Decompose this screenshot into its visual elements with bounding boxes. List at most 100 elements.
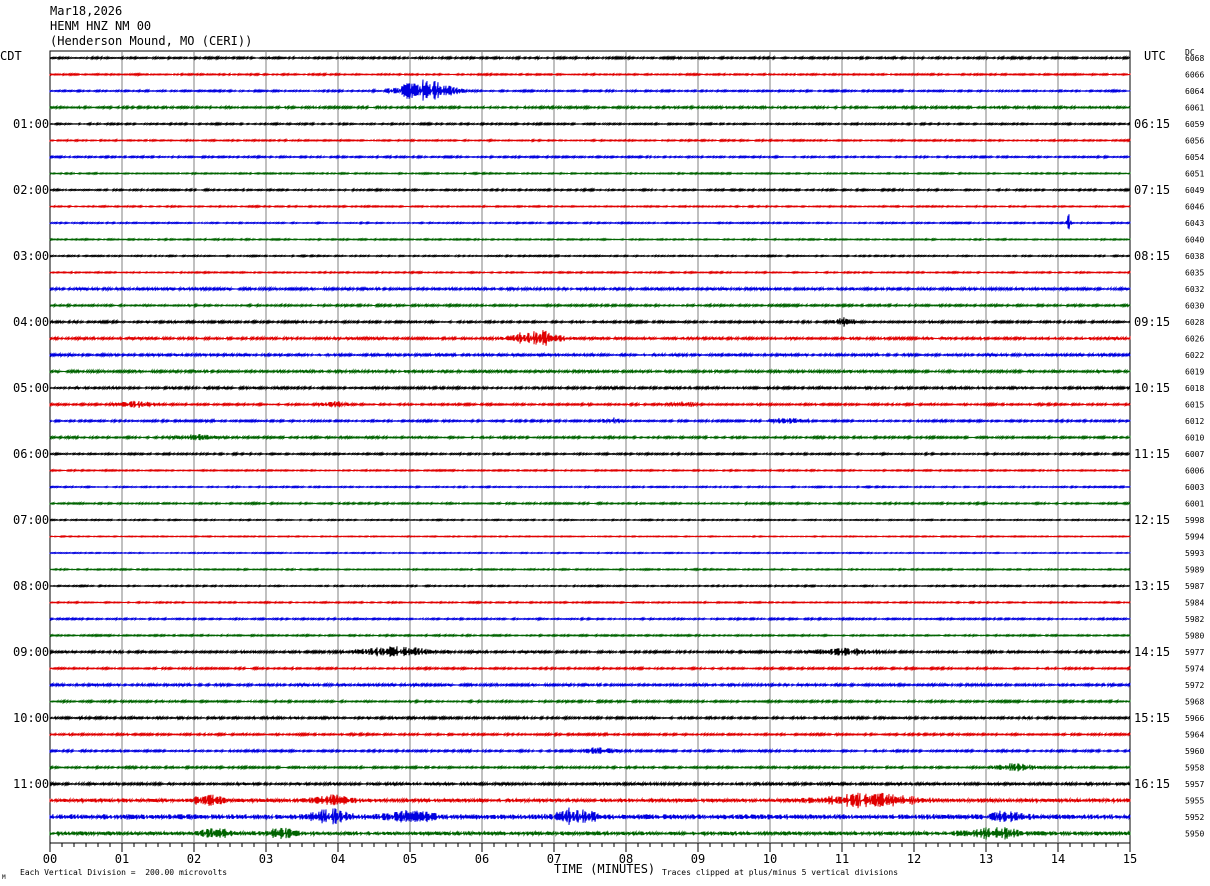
x-tick-label: 04 bbox=[331, 852, 345, 866]
trace-line bbox=[49, 285, 1131, 293]
trace-line bbox=[49, 400, 1131, 409]
traces bbox=[49, 54, 1131, 840]
dc-offset-label: 6001 bbox=[1185, 500, 1204, 509]
dc-offset-label: 6019 bbox=[1185, 368, 1204, 377]
cdt-hour-label: 04:00 bbox=[13, 315, 49, 329]
dc-offset-label: 5994 bbox=[1185, 533, 1204, 542]
dc-offset-label: 5974 bbox=[1185, 665, 1204, 674]
trace-line bbox=[49, 747, 1131, 755]
plot-frame bbox=[49, 50, 1131, 844]
trace-line bbox=[49, 451, 1131, 457]
clip-note: Traces clipped at plus/minus 5 vertical … bbox=[662, 868, 899, 877]
dc-offset-label: 6064 bbox=[1185, 87, 1204, 96]
trace-line bbox=[49, 237, 1131, 242]
dc-offset-label: 6028 bbox=[1185, 318, 1204, 327]
x-tick-label: 15 bbox=[1123, 852, 1137, 866]
trace-line bbox=[49, 583, 1131, 589]
x-tick-label: 02 bbox=[187, 852, 201, 866]
dc-offset-label: 6018 bbox=[1185, 384, 1204, 393]
x-tick-label: 10 bbox=[763, 852, 777, 866]
dc-offset-label: 5998 bbox=[1185, 516, 1204, 525]
trace-line bbox=[49, 204, 1131, 209]
dc-offset-label: 6010 bbox=[1185, 434, 1204, 443]
x-tick-label: 05 bbox=[403, 852, 417, 866]
dc-offset-label: 6038 bbox=[1185, 252, 1204, 261]
dc-offset-label: 6061 bbox=[1185, 104, 1204, 113]
dc-offset-label: 6054 bbox=[1185, 153, 1204, 162]
dc-offset-label: 6049 bbox=[1185, 186, 1204, 195]
trace-line bbox=[49, 187, 1131, 193]
utc-hour-label: 08:15 bbox=[1134, 249, 1170, 263]
dc-offset-label: 5958 bbox=[1185, 764, 1204, 773]
trace-line bbox=[49, 500, 1131, 507]
dc-offset-label: 5982 bbox=[1185, 615, 1204, 624]
cdt-hour-label: 07:00 bbox=[13, 513, 49, 527]
utc-hour-label: 06:15 bbox=[1134, 117, 1170, 131]
trace-line bbox=[49, 484, 1131, 490]
trace-line bbox=[49, 104, 1131, 111]
x-axis-label: TIME (MINUTES) bbox=[554, 862, 656, 876]
trace-line bbox=[49, 54, 1131, 61]
cdt-hour-label: 10:00 bbox=[13, 711, 49, 725]
dc-offset-label: 6040 bbox=[1185, 236, 1204, 245]
dc-offset-label: 6032 bbox=[1185, 285, 1204, 294]
dc-offset-label: 6007 bbox=[1185, 450, 1204, 459]
trace-line bbox=[49, 646, 1131, 657]
trace-line bbox=[49, 534, 1131, 539]
trace-line bbox=[49, 731, 1131, 738]
trace-line bbox=[49, 681, 1131, 689]
dc-offset-label: 6006 bbox=[1185, 467, 1204, 476]
utc-hour-label: 15:15 bbox=[1134, 711, 1170, 725]
dc-offset-label: 6022 bbox=[1185, 351, 1204, 360]
trace-line bbox=[49, 330, 1131, 346]
trace-line bbox=[49, 518, 1131, 522]
x-tick-label: 13 bbox=[979, 852, 993, 866]
cdt-hour-label: 08:00 bbox=[13, 579, 49, 593]
trace-line bbox=[49, 384, 1131, 392]
dc-offset-label: 5993 bbox=[1185, 549, 1204, 558]
utc-hour-label: 13:15 bbox=[1134, 579, 1170, 593]
trace-line bbox=[49, 616, 1131, 622]
trace-line bbox=[49, 171, 1131, 176]
dc-offset-label: 5972 bbox=[1185, 681, 1204, 690]
dc-offset-label: 5977 bbox=[1185, 648, 1204, 657]
dc-offset-label: 6012 bbox=[1185, 417, 1204, 426]
dc-offset-label: 6043 bbox=[1185, 219, 1204, 228]
trace-line bbox=[49, 714, 1131, 722]
dc-offset-label: 6026 bbox=[1185, 335, 1204, 344]
x-tick-label: 14 bbox=[1051, 852, 1065, 866]
dc-offset-label: 6056 bbox=[1185, 137, 1204, 146]
trace-line bbox=[49, 121, 1131, 127]
trace-line bbox=[49, 317, 1131, 327]
axis-labels: 00 01 02 03 04 05 06 07 08 09 10 11 12 13 14 1560686066… bbox=[13, 54, 1204, 866]
trace-line bbox=[49, 270, 1131, 275]
dc-offset-label: 6015 bbox=[1185, 401, 1204, 410]
x-tick-label: 09 bbox=[691, 852, 705, 866]
dc-offset-label: 6068 bbox=[1185, 54, 1204, 63]
dc-offset-label: 5960 bbox=[1185, 747, 1204, 756]
trace-line bbox=[49, 763, 1131, 772]
dc-offset-label: 5984 bbox=[1185, 599, 1204, 608]
dc-offset-label: 6059 bbox=[1185, 120, 1204, 129]
dc-offset-label: 5980 bbox=[1185, 632, 1204, 641]
trace-line bbox=[49, 434, 1131, 441]
cdt-hour-label: 02:00 bbox=[13, 183, 49, 197]
trace-line bbox=[49, 468, 1131, 473]
dc-offset-label: 5950 bbox=[1185, 830, 1204, 839]
trace-line bbox=[49, 71, 1131, 78]
trace-line bbox=[49, 137, 1131, 144]
trace-line bbox=[49, 807, 1131, 825]
utc-hour-label: 14:15 bbox=[1134, 645, 1170, 659]
trace-line bbox=[49, 600, 1131, 605]
trace-line bbox=[49, 214, 1131, 230]
utc-hour-label: 09:15 bbox=[1134, 315, 1170, 329]
trace-line bbox=[49, 368, 1131, 375]
x-tick-label: 12 bbox=[907, 852, 921, 866]
cdt-hour-label: 01:00 bbox=[13, 117, 49, 131]
dc-offset-label: 5955 bbox=[1185, 797, 1204, 806]
cdt-hour-label: 06:00 bbox=[13, 447, 49, 461]
dc-offset-label: 6030 bbox=[1185, 302, 1204, 311]
dc-offset-label: 6035 bbox=[1185, 269, 1204, 278]
utc-hour-label: 07:15 bbox=[1134, 183, 1170, 197]
dc-offset-label: 5964 bbox=[1185, 731, 1204, 740]
